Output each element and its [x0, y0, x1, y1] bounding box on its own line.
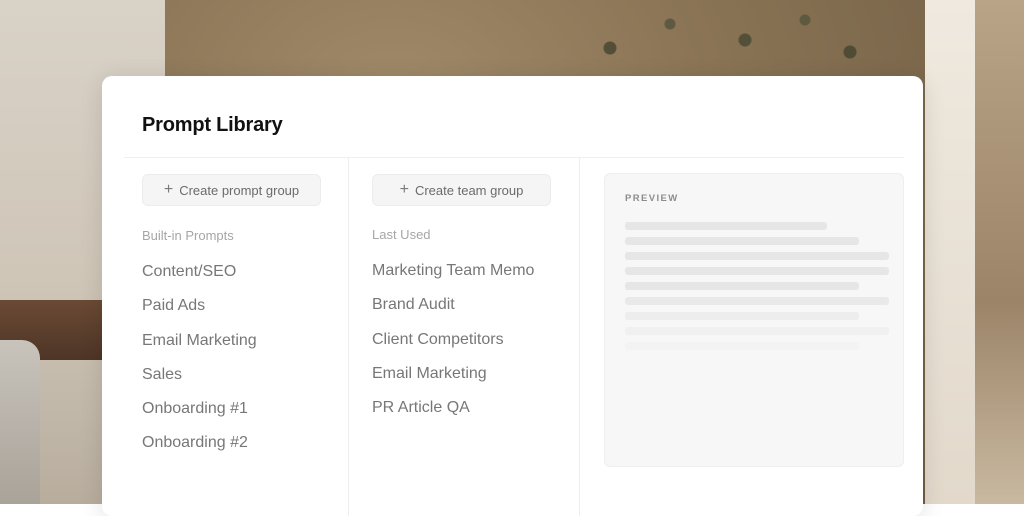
list-item-client-competitors[interactable]: Client Competitors: [372, 330, 534, 364]
page-title: Prompt Library: [142, 114, 283, 136]
header-divider: [124, 157, 904, 158]
built-in-prompts-heading: Built-in Prompts: [142, 228, 234, 243]
column-divider-right: [579, 158, 580, 516]
create-prompt-group-button[interactable]: + Create prompt group: [142, 174, 321, 206]
create-team-group-label: Create team group: [414, 182, 524, 198]
preview-skeleton-line: [625, 282, 859, 290]
prompt-library-panel: Prompt Library + Create prompt group Bui…: [102, 76, 923, 516]
plus-icon: +: [163, 181, 174, 198]
list-item-content-seo[interactable]: Content/SEO: [142, 262, 257, 296]
list-item-paid-ads[interactable]: Paid Ads: [142, 296, 257, 330]
preview-skeleton-line: [625, 237, 859, 245]
list-item-email-marketing-recent[interactable]: Email Marketing: [372, 364, 534, 398]
preview-skeleton-line: [625, 267, 889, 275]
preview-skeleton-line: [625, 297, 889, 305]
preview-label: PREVIEW: [625, 193, 679, 204]
create-team-group-button[interactable]: + Create team group: [372, 174, 551, 206]
background-plant: [580, 0, 880, 80]
list-item-sales[interactable]: Sales: [142, 365, 257, 399]
preview-skeleton-line: [625, 342, 859, 350]
last-used-list: Marketing Team Memo Brand Audit Client C…: [372, 261, 534, 432]
built-in-prompts-list: Content/SEO Paid Ads Email Marketing Sal…: [142, 262, 257, 468]
list-item-brand-audit[interactable]: Brand Audit: [372, 295, 534, 329]
last-used-heading: Last Used: [372, 227, 431, 242]
preview-skeleton-line: [625, 327, 889, 335]
preview-skeleton-line: [625, 252, 889, 260]
list-item-email-marketing[interactable]: Email Marketing: [142, 331, 257, 365]
list-item-marketing-team-memo[interactable]: Marketing Team Memo: [372, 261, 534, 295]
list-item-pr-article-qa[interactable]: PR Article QA: [372, 398, 534, 432]
preview-skeleton-line: [625, 312, 859, 320]
preview-pane: PREVIEW: [604, 173, 904, 467]
background-rock: [975, 0, 1024, 504]
background-cushion: [0, 340, 40, 504]
plus-icon: +: [399, 181, 409, 198]
create-prompt-group-label: Create prompt group: [179, 182, 300, 198]
list-item-onboarding-1[interactable]: Onboarding #1: [142, 399, 257, 433]
background-frame: [925, 0, 975, 504]
column-divider-left: [348, 158, 349, 516]
preview-skeleton-line: [625, 222, 827, 230]
list-item-onboarding-2[interactable]: Onboarding #2: [142, 433, 257, 467]
